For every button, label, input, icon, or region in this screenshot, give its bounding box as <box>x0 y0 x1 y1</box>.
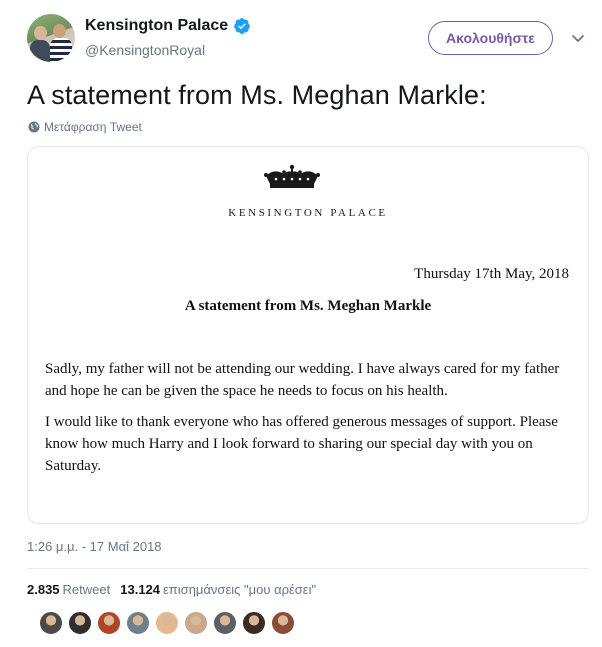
globe-icon <box>28 121 40 133</box>
liker-avatar[interactable] <box>271 611 295 635</box>
liker-avatars <box>39 611 295 635</box>
statement-paragraph-2: I would like to thank everyone who has o… <box>45 414 558 474</box>
account-name[interactable]: Kensington Palace <box>85 17 228 35</box>
statement-paragraph-1: Sadly, my father will not be attending o… <box>45 361 560 399</box>
tweet-stats: 2.835 Retweet 13.124 επισημάνσεις "μου αρέ… <box>27 582 316 597</box>
translate-tweet-link[interactable]: Μετάφραση Tweet <box>28 120 142 134</box>
verified-badge-icon <box>234 18 251 34</box>
divider <box>27 568 589 569</box>
liker-avatar[interactable] <box>126 611 150 635</box>
liker-avatar[interactable] <box>97 611 121 635</box>
retweet-count: 2.835 <box>27 582 60 597</box>
follow-button[interactable]: Ακολουθήστε <box>428 21 553 55</box>
statement-heading: A statement from Ms. Meghan Markle <box>184 298 432 314</box>
translate-label[interactable]: Μετάφραση Tweet <box>44 120 142 134</box>
liker-avatar[interactable] <box>39 611 63 635</box>
account-name-row[interactable]: Kensington Palace <box>85 17 251 35</box>
liker-avatar[interactable] <box>184 611 208 635</box>
retweet-label: Retweet <box>62 582 111 597</box>
likes-label: επισημάνσεις "μου αρέσει" <box>163 582 317 597</box>
retweet-stat[interactable]: 2.835 Retweet <box>27 582 110 597</box>
crown-icon <box>264 164 320 188</box>
likes-stat[interactable]: 13.124 επισημάνσεις "μου αρέσει" <box>120 582 316 597</box>
account-avatar[interactable] <box>27 14 75 62</box>
tweet-timestamp[interactable]: 1:26 μ.μ. - 17 Μαΐ 2018 <box>27 539 162 554</box>
liker-avatar[interactable] <box>242 611 266 635</box>
statement-image-card[interactable]: KENSINGTON PALACE Thursday 17th May, 201… <box>27 146 589 524</box>
liker-avatar[interactable] <box>68 611 92 635</box>
tweet-header: Kensington Palace @KensingtonRoyal Ακολο… <box>0 0 602 80</box>
likes-count: 13.124 <box>120 582 161 597</box>
statement-date: Thursday 17th May, 2018 <box>414 266 569 282</box>
account-handle[interactable]: @KensingtonRoyal <box>85 42 205 58</box>
liker-avatar[interactable] <box>213 611 237 635</box>
tweet-text: A statement from Ms. Meghan Markle: <box>27 80 487 110</box>
chevron-down-icon[interactable] <box>570 30 586 46</box>
liker-avatar[interactable] <box>155 611 179 635</box>
letterhead-title: KENSINGTON PALACE <box>228 207 388 219</box>
